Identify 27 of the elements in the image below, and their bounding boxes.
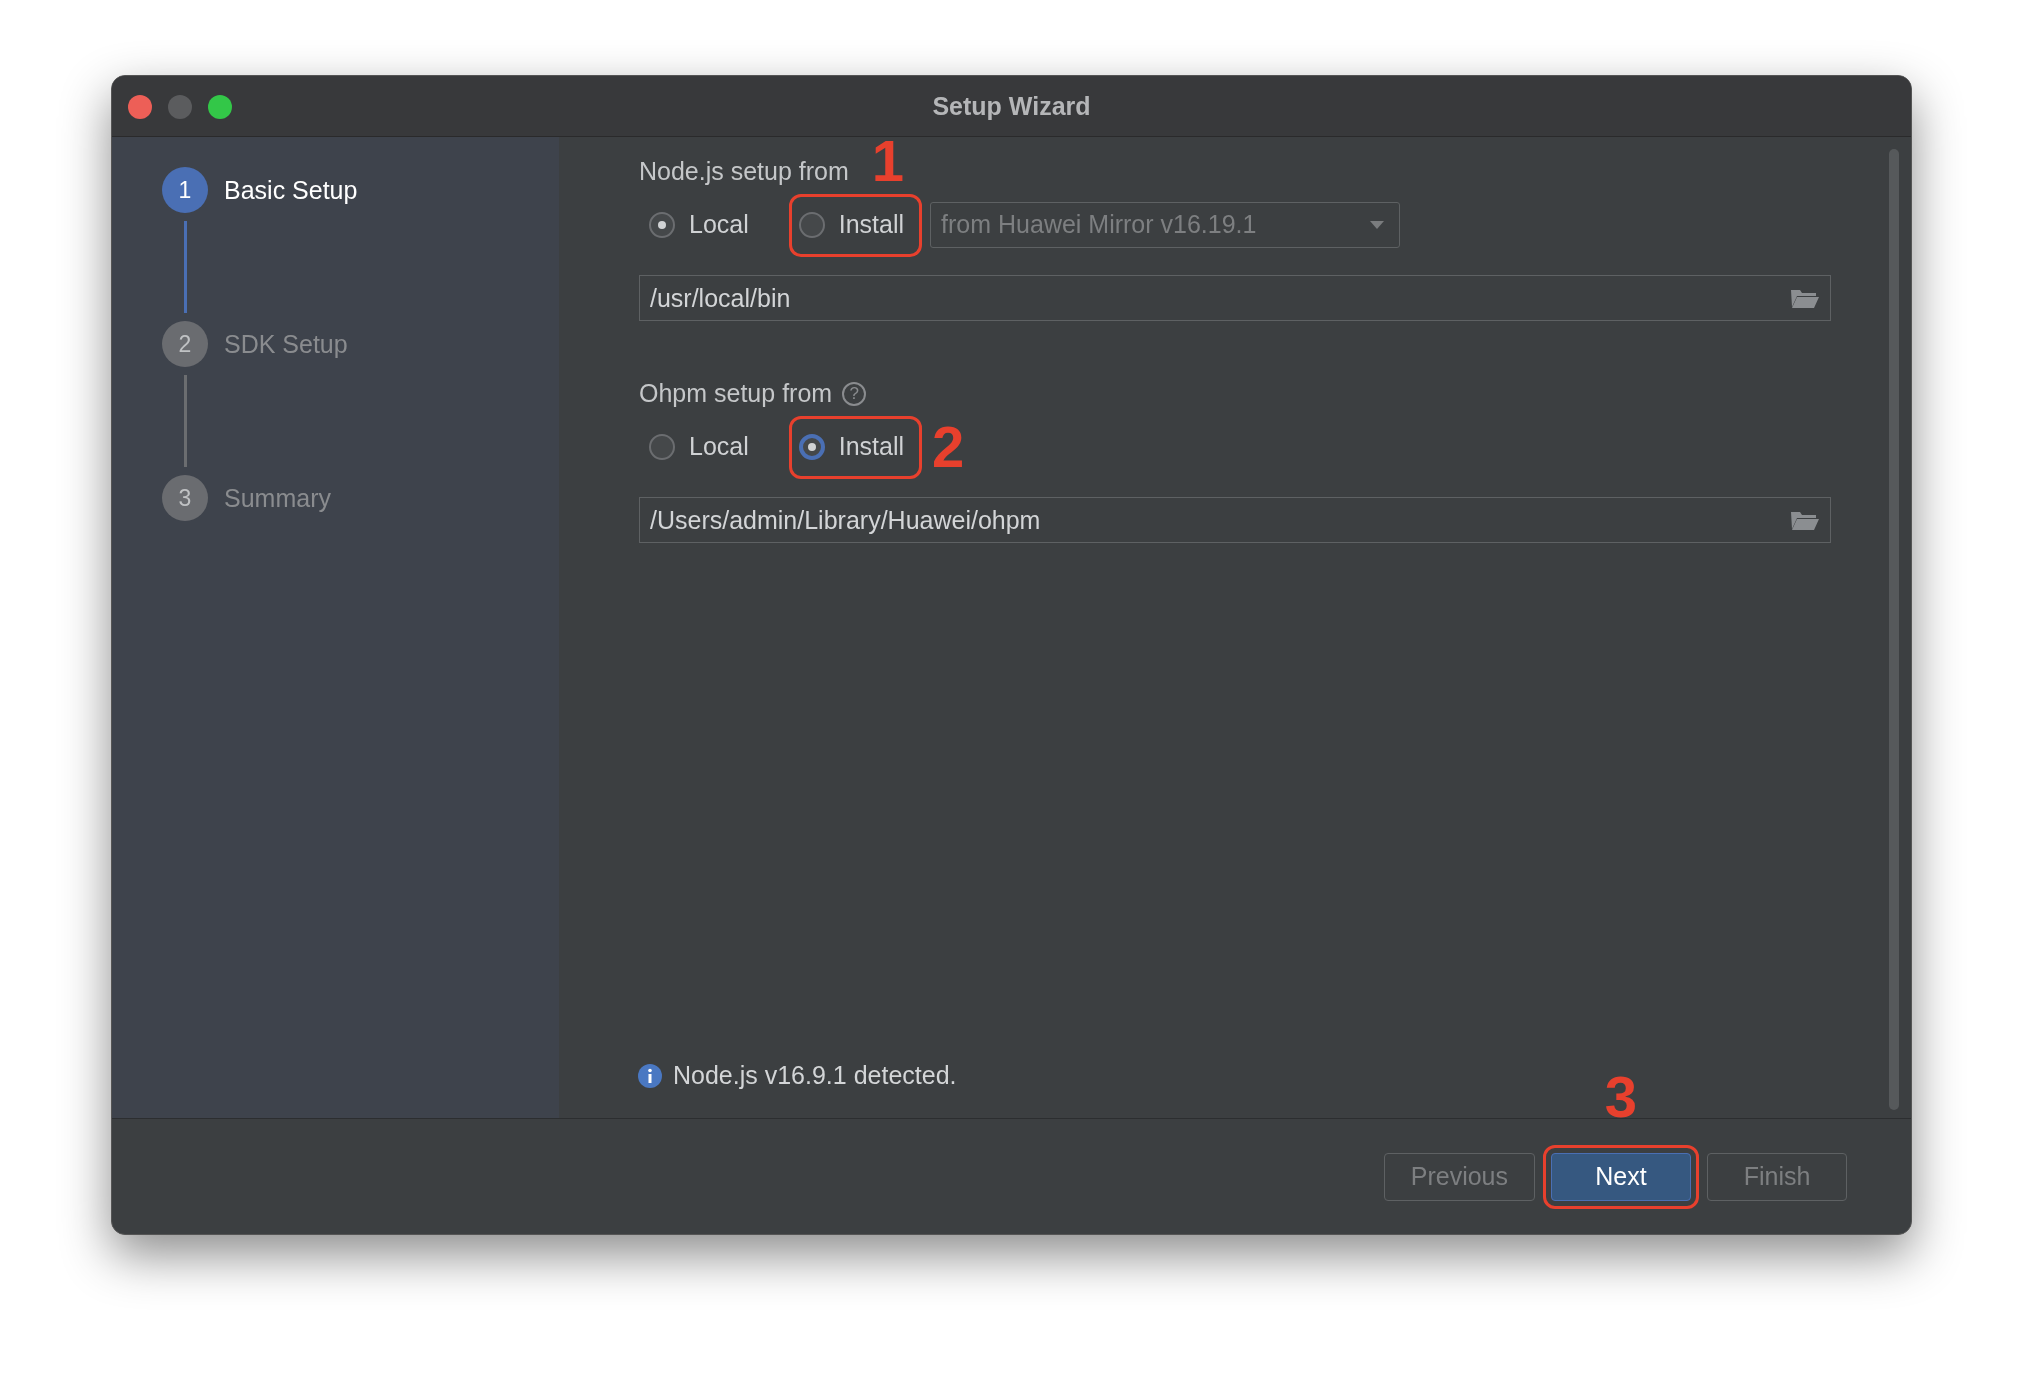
radio-icon[interactable] — [649, 211, 675, 238]
section-label: Node.js setup from — [639, 157, 849, 186]
radio-option[interactable]: Install — [798, 432, 905, 461]
close-button[interactable] — [128, 95, 152, 119]
radio-option[interactable]: Local — [649, 210, 749, 239]
info-icon — [637, 1062, 663, 1089]
window-title: Setup Wizard — [932, 91, 1091, 121]
radio-icon[interactable] — [649, 433, 675, 460]
radio-icon[interactable] — [798, 211, 825, 238]
folder-icon[interactable] — [1790, 287, 1820, 309]
info-message: Node.js v16.9.1 detected. — [673, 1061, 957, 1090]
radio-icon[interactable] — [798, 433, 825, 460]
path-field[interactable]: /Users/admin/Library/Huawei/ohpm — [639, 497, 1831, 543]
annotation-number: 3 — [1604, 1067, 1638, 1126]
path-field[interactable]: /usr/local/bin — [639, 275, 1831, 321]
wizard-step[interactable]: 1 Basic Setup — [162, 167, 559, 213]
minimize-button[interactable] — [168, 95, 192, 119]
zoom-button[interactable] — [208, 95, 232, 119]
wizard-button[interactable]: Next — [1551, 1152, 1691, 1201]
caret-icon — [1369, 219, 1386, 230]
radio-option[interactable]: Install — [798, 210, 905, 239]
section-label: Ohpm setup from — [639, 379, 833, 408]
scrollbar[interactable] — [1889, 149, 1899, 1110]
annotation-number: 2 — [932, 418, 965, 476]
radio-option[interactable]: Local — [649, 432, 749, 461]
annotation-number: 1 — [871, 132, 905, 190]
folder-icon[interactable] — [1790, 509, 1820, 531]
